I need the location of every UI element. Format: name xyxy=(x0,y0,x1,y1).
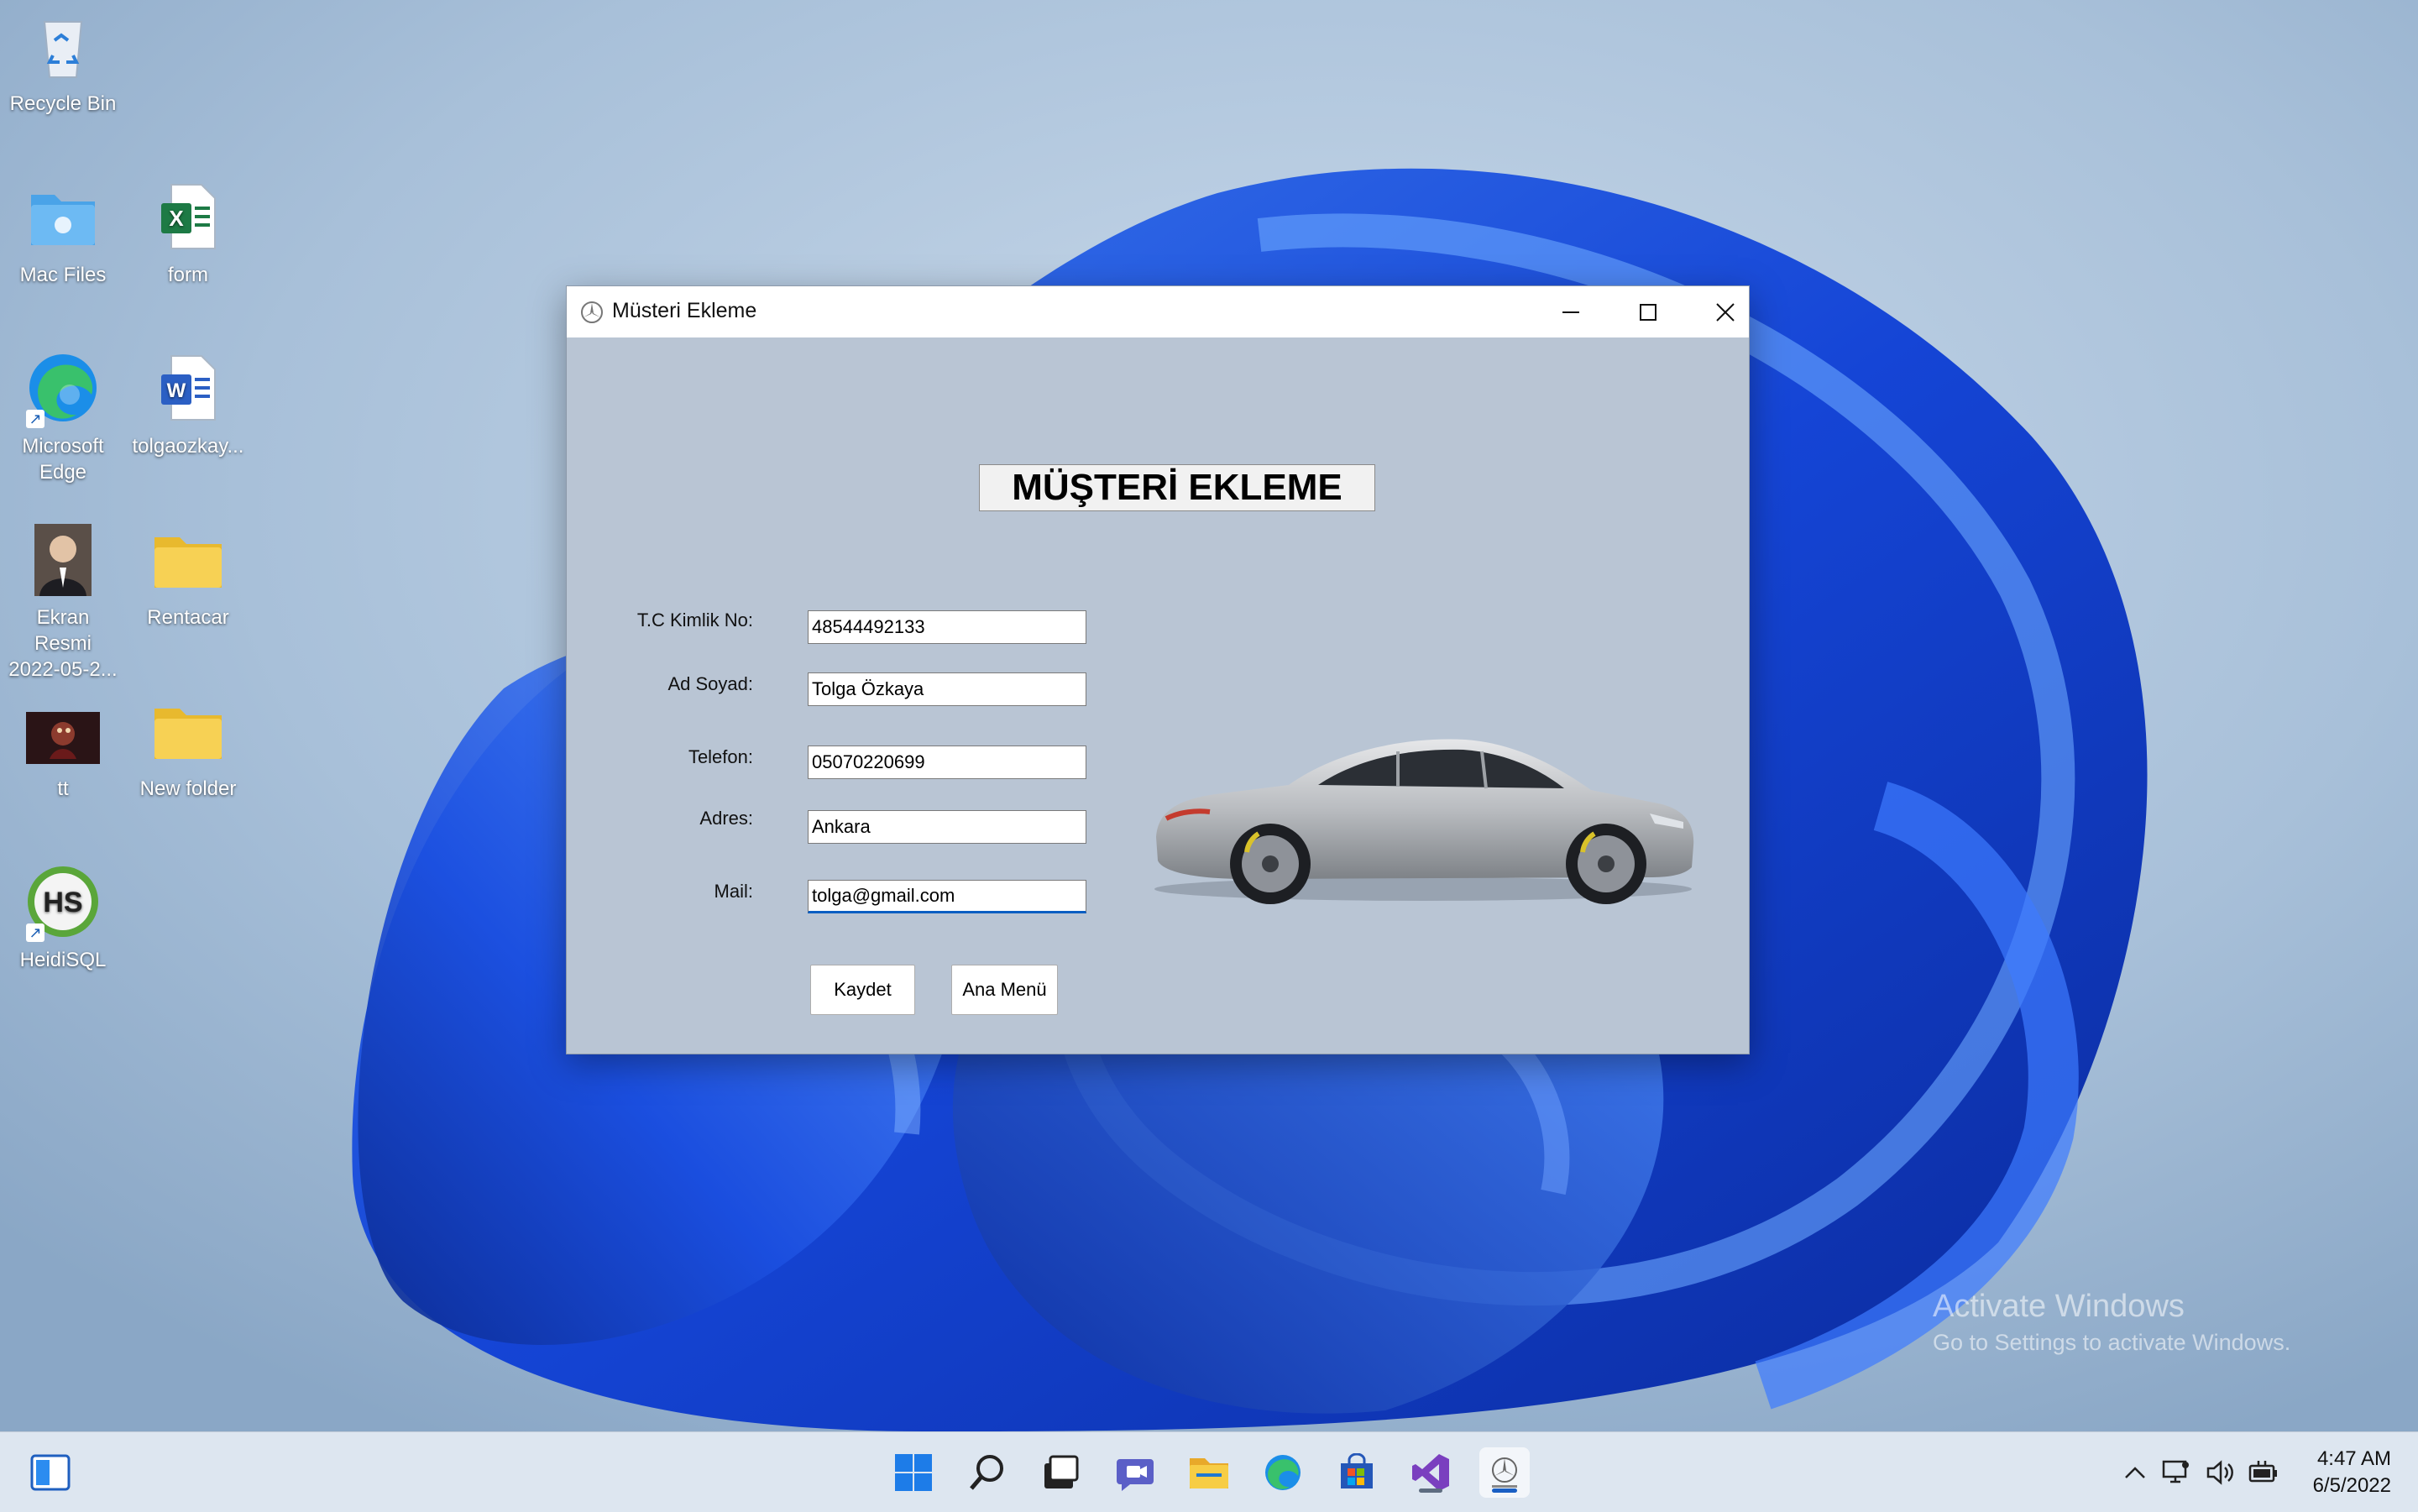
desktop-icon-mac-files[interactable]: Mac Files xyxy=(4,178,122,288)
system-tray xyxy=(2116,1432,2285,1512)
folder-icon xyxy=(149,521,227,598)
desktop-icon-form[interactable]: X form xyxy=(129,178,247,288)
task-view-icon xyxy=(1044,1455,1079,1488)
desktop-icon-label: tt xyxy=(57,777,69,800)
desktop-icon-label: Recycle Bin xyxy=(9,92,117,115)
visual-studio-icon xyxy=(1412,1454,1449,1491)
folder-icon xyxy=(149,692,227,769)
rentacar-app-button[interactable] xyxy=(1479,1447,1530,1498)
edge-icon: ↗ xyxy=(24,349,102,428)
tc-kimlik-input[interactable] xyxy=(808,610,1086,644)
task-view-button[interactable] xyxy=(1036,1447,1086,1498)
svg-text:HS: HS xyxy=(43,887,82,918)
visual-studio-button[interactable] xyxy=(1405,1447,1456,1498)
folder-icon xyxy=(24,178,102,255)
desktop-icon-recycle-bin[interactable]: Recycle Bin xyxy=(4,7,122,117)
file-explorer-button[interactable] xyxy=(1184,1447,1234,1498)
clock-date: 6/5/2022 xyxy=(2312,1474,2391,1497)
ad-soyad-input[interactable] xyxy=(808,672,1086,706)
shortcut-arrow-icon: ↗ xyxy=(26,923,44,942)
car-image xyxy=(1154,739,1694,904)
recycle-bin-icon xyxy=(24,7,102,84)
desktop-icon-rentacar[interactable]: Rentacar xyxy=(129,521,247,630)
mail-label: Mail: xyxy=(714,881,753,902)
maximize-button[interactable] xyxy=(1609,286,1687,337)
show-hidden-icons-button[interactable] xyxy=(2116,1466,2154,1479)
photo-thumbnail-icon xyxy=(24,521,102,598)
minimize-button[interactable] xyxy=(1532,286,1609,337)
adres-label: Adres: xyxy=(699,808,753,829)
running-indicator xyxy=(1197,1488,1221,1493)
desktop-icon-label: form xyxy=(168,264,208,286)
chevron-up-icon xyxy=(2125,1466,2145,1478)
edge-icon xyxy=(1265,1455,1301,1490)
window-client-area: MÜŞTERİ EKLEME T.C Kimlik No: Ad Soyad: … xyxy=(567,337,1749,1053)
desktop-icon-label: Ekran Resmi 2022-05-2... xyxy=(8,606,118,681)
taskbar-clock[interactable]: 4:47 AM 6/5/2022 xyxy=(2313,1446,2391,1499)
ad-soyad-label: Ad Soyad: xyxy=(667,673,753,694)
network-icon xyxy=(2162,1460,2189,1483)
tc-kimlik-label: T.C Kimlik No: xyxy=(636,610,753,630)
chat-icon xyxy=(1117,1459,1154,1491)
file-explorer-icon xyxy=(1190,1458,1228,1488)
battery-icon xyxy=(2248,1460,2277,1482)
chat-button[interactable] xyxy=(1110,1447,1160,1498)
desktop-icon-label: Microsoft Edge xyxy=(22,435,104,484)
desktop-icon-screenshot[interactable]: Ekran Resmi 2022-05-2... xyxy=(4,521,122,683)
desktop-icon-label: HeidiSQL xyxy=(19,949,107,971)
desktop-icon-new-folder[interactable]: New folder xyxy=(129,692,247,802)
app-logo-icon xyxy=(581,301,603,323)
window-title: Müsteri Ekleme xyxy=(612,299,757,322)
running-indicator xyxy=(1419,1488,1442,1493)
rentacar-app-icon xyxy=(1492,1457,1517,1488)
desktop-icon-label: Rentacar xyxy=(147,606,229,629)
activate-windows-watermark: Activate Windows Go to Settings to activ… xyxy=(1933,1289,2290,1356)
start-button[interactable] xyxy=(888,1447,939,1498)
widgets-button[interactable] xyxy=(25,1447,76,1498)
desktop-icon-label: New folder xyxy=(139,777,237,800)
ana-menu-button[interactable]: Ana Menü xyxy=(951,965,1058,1015)
desktop-icon-heidisql[interactable]: HS ↗ HeidiSQL xyxy=(4,863,122,973)
image-thumbnail-icon xyxy=(24,692,102,769)
minimize-icon xyxy=(1562,311,1579,313)
close-icon xyxy=(1716,302,1735,322)
start-icon xyxy=(895,1454,932,1491)
form-heading: MÜŞTERİ EKLEME xyxy=(979,464,1375,511)
heidisql-icon: HS ↗ xyxy=(24,863,102,942)
mail-input[interactable] xyxy=(808,880,1086,913)
battery-button[interactable] xyxy=(2242,1460,2285,1484)
telefon-label: Telefon: xyxy=(688,746,753,767)
activate-title: Activate Windows xyxy=(1933,1289,2185,1324)
svg-text:X: X xyxy=(169,206,184,231)
desktop-icon-word-document[interactable]: W tolgaozkay... xyxy=(129,349,247,459)
taskbar: 4:47 AM 6/5/2022 xyxy=(0,1431,2418,1512)
volume-button[interactable] xyxy=(2198,1459,2242,1485)
telefon-input[interactable] xyxy=(808,746,1086,779)
widgets-icon xyxy=(30,1454,71,1491)
maximize-icon xyxy=(1640,303,1656,321)
network-button[interactable] xyxy=(2154,1460,2198,1485)
store-icon xyxy=(1341,1453,1373,1488)
window-titlebar[interactable]: Müsteri Ekleme xyxy=(567,286,1749,337)
clock-time: 4:47 AM xyxy=(2316,1447,2391,1470)
activate-subtitle: Go to Settings to activate Windows. xyxy=(1933,1330,2291,1355)
desktop-icon-label: Mac Files xyxy=(19,264,107,286)
excel-file-icon: X xyxy=(149,178,227,255)
kaydet-button[interactable]: Kaydet xyxy=(810,965,915,1015)
speaker-icon xyxy=(2206,1459,2233,1485)
edge-button[interactable] xyxy=(1258,1447,1308,1498)
close-button[interactable] xyxy=(1687,286,1764,337)
musteri-ekleme-window: Müsteri Ekleme MÜŞTERİ EKLEME T.C Kimlik… xyxy=(566,285,1750,1054)
word-file-icon: W xyxy=(149,349,227,426)
search-button[interactable] xyxy=(962,1447,1013,1498)
running-indicator xyxy=(1492,1488,1517,1493)
search-icon xyxy=(970,1455,1003,1490)
desktop-icon-microsoft-edge[interactable]: ↗ Microsoft Edge xyxy=(4,349,122,485)
svg-text:W: W xyxy=(167,379,186,402)
desktop-icon-label: tolgaozkay... xyxy=(132,435,244,458)
store-button[interactable] xyxy=(1332,1447,1382,1498)
adres-input[interactable] xyxy=(808,810,1086,844)
shortcut-arrow-icon: ↗ xyxy=(26,410,44,428)
desktop-icon-tt[interactable]: tt xyxy=(4,692,122,802)
